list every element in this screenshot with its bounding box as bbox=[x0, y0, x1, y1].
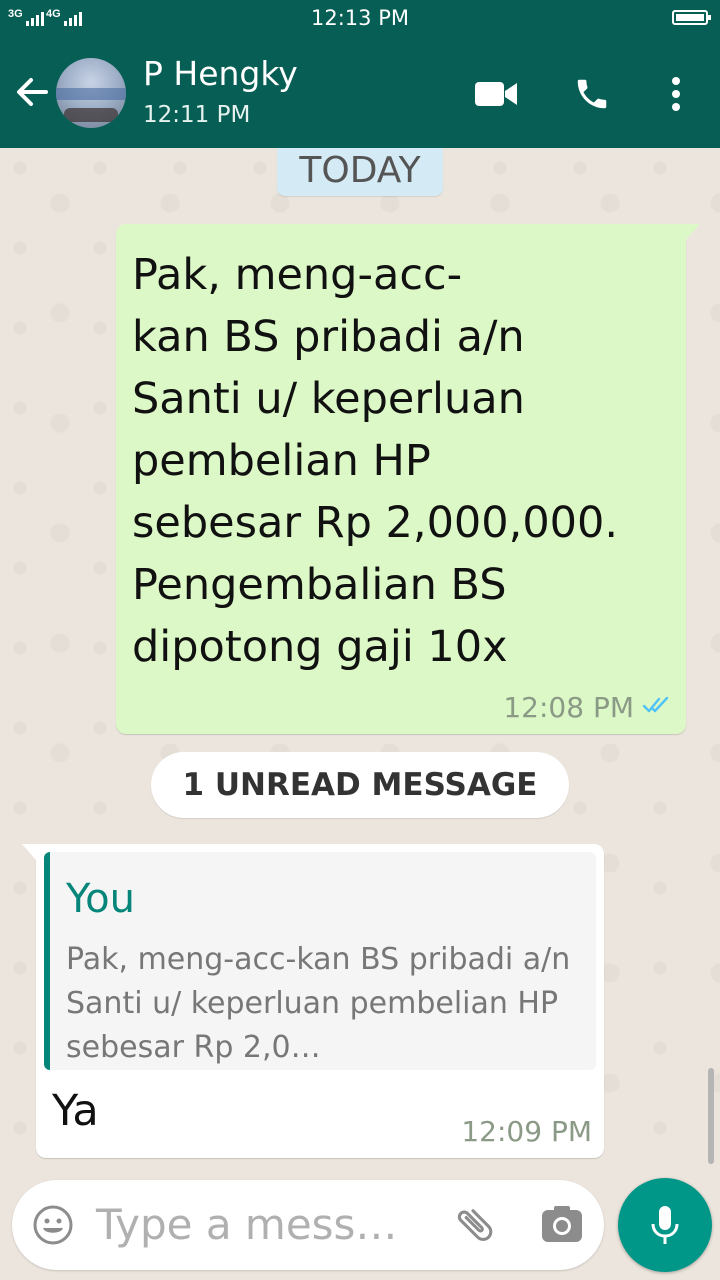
incoming-message[interactable]: You Pak, meng-acc-kan BS pribadi a/n San… bbox=[22, 844, 604, 1158]
date-chip: TODAY bbox=[277, 148, 443, 196]
quote-bar bbox=[44, 852, 50, 1070]
incoming-message-text: Ya bbox=[52, 1086, 99, 1136]
camera-icon[interactable] bbox=[539, 1202, 585, 1248]
chat-header: P Hengky 12:11 PM bbox=[0, 36, 720, 148]
outgoing-message-time: 12:08 PM bbox=[503, 691, 634, 724]
message-input-box[interactable]: Type a mess… bbox=[12, 1180, 604, 1270]
emoji-icon[interactable] bbox=[32, 1204, 74, 1246]
battery-icon bbox=[672, 10, 711, 25]
scrollbar[interactable] bbox=[708, 1068, 714, 1164]
status-bar: 3G 4G 12:13 PM bbox=[0, 0, 720, 36]
last-seen: 12:11 PM bbox=[143, 102, 251, 128]
chat-area[interactable]: TODAY Pak, meng-acc- kan BS pribadi a/n … bbox=[0, 148, 720, 1176]
quote-author: You bbox=[66, 876, 135, 922]
message-meta: 12:08 PM bbox=[503, 691, 672, 724]
phone-call-icon[interactable] bbox=[568, 70, 616, 118]
outgoing-message-text: Pak, meng-acc- kan BS pribadi a/n Santi … bbox=[132, 250, 619, 672]
video-call-icon[interactable] bbox=[472, 70, 520, 118]
quoted-message[interactable]: You Pak, meng-acc-kan BS pribadi a/n San… bbox=[44, 852, 596, 1070]
back-arrow-icon[interactable] bbox=[14, 74, 50, 110]
contact-name[interactable]: P Hengky bbox=[143, 54, 298, 93]
incoming-message-time: 12:09 PM bbox=[461, 1115, 592, 1148]
message-input[interactable]: Type a mess… bbox=[96, 1200, 397, 1249]
double-check-icon bbox=[642, 695, 672, 720]
quote-text: Pak, meng-acc-kan BS pribadi a/n Santi u… bbox=[66, 942, 571, 1065]
attach-icon[interactable] bbox=[452, 1202, 498, 1248]
more-vert-icon[interactable] bbox=[652, 70, 700, 118]
avatar[interactable] bbox=[56, 58, 126, 128]
mic-icon[interactable] bbox=[618, 1178, 712, 1272]
status-time: 12:13 PM bbox=[311, 6, 409, 30]
outgoing-message[interactable]: Pak, meng-acc- kan BS pribadi a/n Santi … bbox=[116, 224, 700, 734]
unread-banner: 1 UNREAD MESSAGE bbox=[151, 752, 569, 818]
